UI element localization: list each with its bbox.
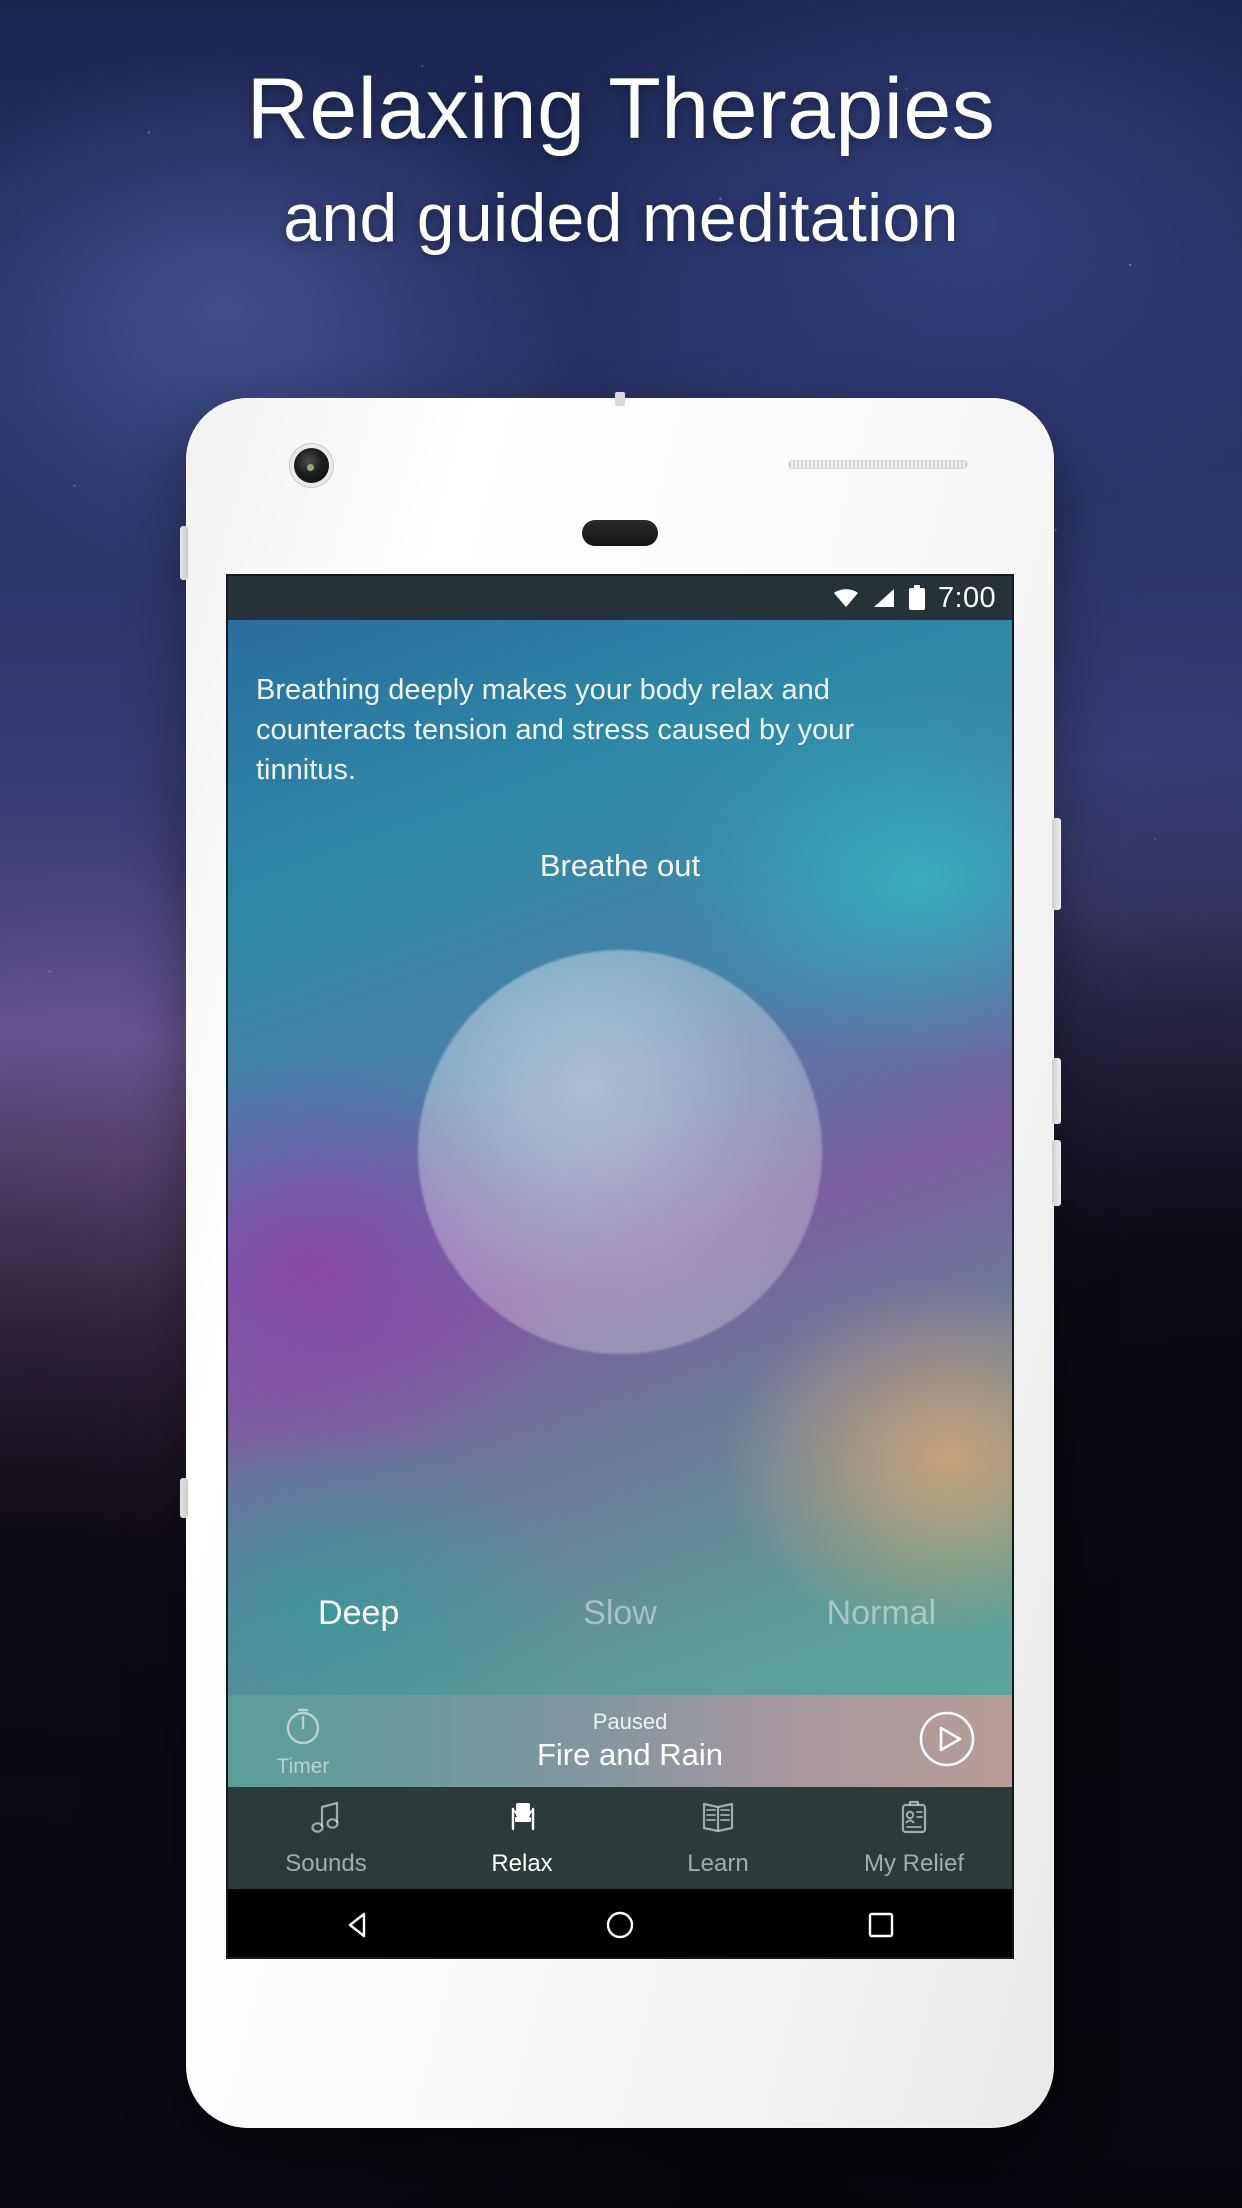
promo-headline: Relaxing Therapies and guided meditation — [0, 66, 1242, 252]
breathing-mode-selector: Deep Slow Normal — [228, 1594, 1012, 1633]
mini-player-bar: Timer Paused Fire and Rain — [228, 1695, 1012, 1787]
cellular-signal-icon — [872, 587, 896, 609]
timer-label: Timer — [276, 1754, 330, 1778]
tab-learn-label: Learn — [687, 1849, 749, 1877]
breathing-animation-circle[interactable] — [418, 950, 822, 1354]
breathing-intro-text: Breathing deeply makes your body relax a… — [256, 674, 855, 787]
player-track-title: Fire and Rain — [536, 1737, 724, 1773]
tab-learn[interactable]: Learn — [620, 1787, 816, 1889]
tab-relax-label: Relax — [491, 1849, 553, 1877]
phone-power-button[interactable] — [1052, 818, 1061, 910]
tab-my-relief-label: My Relief — [863, 1849, 965, 1877]
earpiece-speaker — [582, 520, 658, 546]
music-note-icon — [307, 1799, 345, 1842]
breathing-mode-normal[interactable]: Normal — [751, 1594, 1012, 1633]
phone-screen: 7:00 Breathing deeply makes your body re… — [226, 574, 1014, 1959]
clipboard-person-icon — [896, 1799, 932, 1842]
tab-sounds-label: Sounds — [285, 1849, 367, 1877]
nav-back-button[interactable] — [329, 1908, 389, 1942]
phone-left-side-accent-bottom — [180, 1478, 188, 1518]
play-icon — [918, 1710, 976, 1773]
top-antenna-grille — [788, 460, 968, 469]
tab-my-relief[interactable]: My Relief — [816, 1787, 1012, 1889]
front-camera-icon — [294, 448, 329, 483]
tab-relax[interactable]: Relax — [424, 1787, 620, 1889]
android-navigation-bar — [228, 1889, 1012, 1957]
nav-home-button[interactable] — [590, 1908, 650, 1942]
relax-breathing-screen: Breathing deeply makes your body relax a… — [228, 620, 1012, 1695]
armchair-icon — [503, 1799, 541, 1842]
phone-antenna-line — [615, 392, 625, 406]
battery-icon — [908, 585, 926, 611]
phone-mockup: 7:00 Breathing deeply makes your body re… — [180, 392, 1061, 2128]
timer-button[interactable]: Timer — [228, 1704, 378, 1779]
player-track-info[interactable]: Paused Fire and Rain — [378, 1709, 882, 1773]
bottom-tab-bar: Sounds Relax Learn My Relief — [228, 1787, 1012, 1889]
status-bar-clock: 7:00 — [937, 581, 996, 614]
breathing-mode-slow[interactable]: Slow — [489, 1594, 750, 1633]
breathing-mode-deep[interactable]: Deep — [228, 1594, 489, 1633]
play-button[interactable] — [882, 1710, 1012, 1773]
headline-line-1: Relaxing Therapies — [246, 61, 996, 157]
android-status-bar: 7:00 — [228, 576, 1012, 620]
breath-state-label: Breathe out — [539, 848, 701, 883]
phone-volume-up-button[interactable] — [1052, 1058, 1061, 1124]
nav-recents-button[interactable] — [851, 1908, 911, 1942]
open-book-icon — [698, 1799, 738, 1842]
phone-left-side-accent-top — [180, 526, 188, 580]
headline-line-2: and guided meditation — [283, 180, 959, 256]
tab-sounds[interactable]: Sounds — [228, 1787, 424, 1889]
wifi-icon — [832, 587, 860, 609]
player-state-label: Paused — [592, 1709, 668, 1735]
timer-icon — [281, 1704, 325, 1753]
phone-volume-down-button[interactable] — [1052, 1140, 1061, 1206]
